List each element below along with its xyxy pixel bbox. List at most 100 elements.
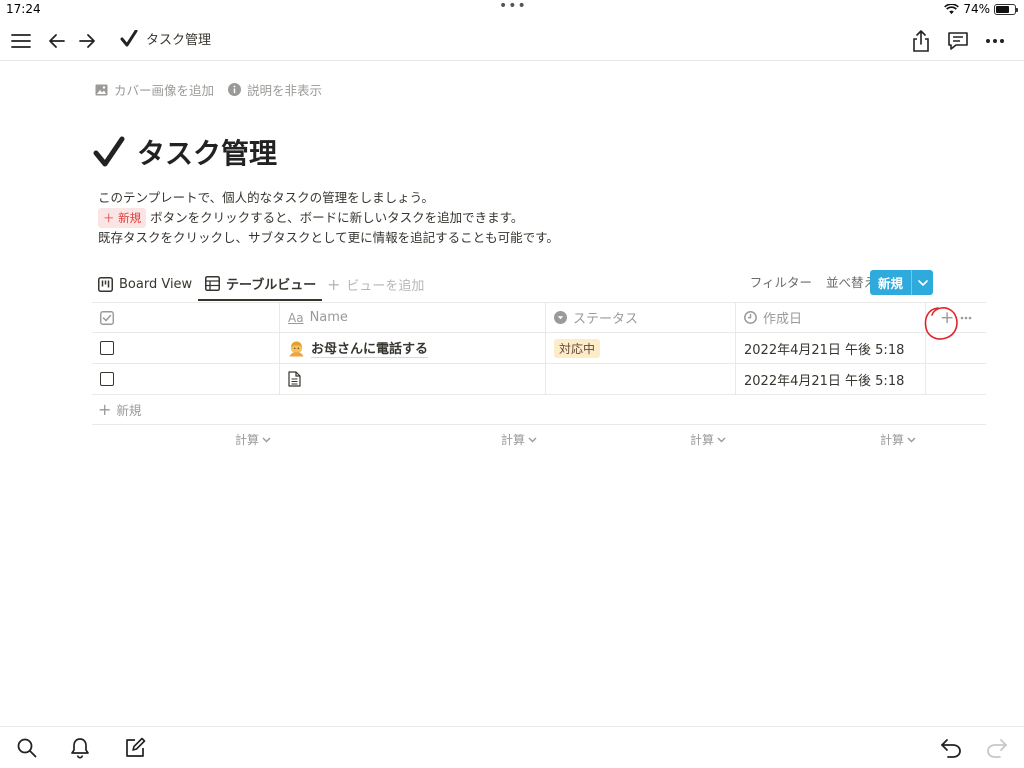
plus-icon: + <box>98 400 112 419</box>
name-cell[interactable] <box>280 364 546 394</box>
empty-cell <box>926 364 986 394</box>
checkmark-icon <box>120 29 138 46</box>
filter-button[interactable]: フィルター <box>750 272 812 291</box>
chevron-down-icon <box>528 437 537 442</box>
new-button[interactable]: 新規 <box>870 270 933 295</box>
text-property-icon: Aa <box>288 310 304 325</box>
calc-created[interactable]: 計算 <box>690 431 726 448</box>
calc-label: 計算 <box>690 433 715 447</box>
more-icon[interactable] <box>982 28 1008 54</box>
select-property-icon <box>554 311 567 324</box>
table-icon <box>205 276 220 291</box>
sort-button[interactable]: 並べ替え <box>826 272 876 291</box>
tab-table-label: テーブルビュー <box>226 278 317 293</box>
forward-arrow-icon[interactable] <box>74 28 100 54</box>
calc-status[interactable]: 計算 <box>501 431 537 448</box>
header-created-column[interactable]: 作成日 <box>736 303 926 332</box>
calculation-row: 計算 計算 計算 計算 <box>92 425 986 453</box>
description-line-2: ＋ 新規 ボタンをクリックすると、ボードに新しいタスクを追加できます。 <box>98 208 559 228</box>
task-checkbox[interactable] <box>100 372 114 386</box>
description-line-2-text: ボタンをクリックすると、ボードに新しいタスクを追加できます。 <box>150 210 524 225</box>
header-actions: + <box>926 303 986 332</box>
checkmark-icon <box>93 136 125 167</box>
table-header: Aa Name ステータス 作成日 + <box>92 302 986 333</box>
wifi-icon <box>944 3 960 14</box>
multitasking-dots-icon[interactable]: ••• <box>499 0 527 14</box>
description-line-1: このテンプレートで、個人的なタスクの管理をしましょう。 <box>98 190 434 205</box>
page-description[interactable]: このテンプレートで、個人的なタスクの管理をしましょう。 ＋ 新規 ボタンをクリック… <box>98 188 559 248</box>
created-cell[interactable]: 2022年4月21日 午後 5:18 <box>736 364 926 394</box>
redo-icon[interactable] <box>985 736 1009 760</box>
add-view-label: ビューを追加 <box>346 279 425 294</box>
hide-description-button[interactable]: 説明を非表示 <box>228 80 322 99</box>
more-icon[interactable] <box>960 316 972 320</box>
add-view-button[interactable]: + ビューを追加 <box>327 268 424 301</box>
chevron-down-icon <box>262 437 271 442</box>
add-property-icon[interactable]: + <box>940 308 954 328</box>
header-checkbox-column[interactable] <box>92 303 280 332</box>
page-actions: カバー画像を追加 説明を非表示 <box>95 80 322 99</box>
created-date: 2022年4月21日 午後 5:18 <box>744 342 905 358</box>
info-icon <box>228 83 242 96</box>
breadcrumb-title: タスク管理 <box>146 33 212 48</box>
clock-icon <box>744 311 757 324</box>
calc-label: 計算 <box>880 433 905 447</box>
page-icon <box>288 371 301 387</box>
status-time: 17:24 <box>6 2 41 16</box>
add-row-button[interactable]: + 新規 <box>92 395 986 425</box>
back-arrow-icon[interactable] <box>44 28 70 54</box>
add-cover-button[interactable]: カバー画像を追加 <box>95 80 214 99</box>
status-cell[interactable] <box>546 364 736 394</box>
search-icon[interactable] <box>15 736 39 760</box>
created-cell[interactable]: 2022年4月21日 午後 5:18 <box>736 333 926 363</box>
status-right: 74% <box>944 2 1018 16</box>
calc-name[interactable]: 計算 <box>235 431 271 448</box>
tab-table-view[interactable]: テーブルビュー <box>198 268 323 301</box>
view-tabs: Board View テーブルビュー + ビューを追加 フィルター 並べ替え 新… <box>92 268 986 302</box>
add-cover-label: カバー画像を追加 <box>114 83 215 98</box>
breadcrumb[interactable]: タスク管理 <box>120 29 211 48</box>
name-cell[interactable]: お母さんに電話する <box>280 333 546 363</box>
page-title[interactable]: タスク管理 <box>93 132 277 172</box>
created-date: 2022年4月21日 午後 5:18 <box>744 373 905 389</box>
plus-icon: + <box>327 275 341 294</box>
table-row[interactable]: 2022年4月21日 午後 5:18 <box>92 364 986 395</box>
compose-icon[interactable] <box>123 736 147 760</box>
checkbox-property-icon <box>100 310 114 325</box>
checkbox-cell <box>92 364 280 394</box>
table-row[interactable]: お母さんに電話する 対応中 2022年4月21日 午後 5:18 <box>92 333 986 364</box>
status-badge: 対応中 <box>554 338 601 358</box>
image-icon <box>95 84 108 95</box>
new-button-main[interactable]: 新規 <box>870 270 912 295</box>
header-created-label: 作成日 <box>763 312 803 327</box>
share-icon[interactable] <box>908 28 934 54</box>
menu-icon[interactable] <box>8 28 34 54</box>
status-bar: 17:24 ••• 74% <box>0 0 1024 20</box>
task-name: お母さんに電話する <box>311 338 429 358</box>
header-status-column[interactable]: ステータス <box>546 303 736 332</box>
add-row-label: 新規 <box>116 403 142 418</box>
description-line-3: 既存タスクをクリックし、サブタスクとして更に情報を追記することも可能です。 <box>98 230 559 245</box>
chevron-down-icon[interactable] <box>912 270 933 295</box>
hide-description-label: 説明を非表示 <box>247 83 323 98</box>
status-cell[interactable]: 対応中 <box>546 333 736 363</box>
undo-icon[interactable] <box>939 736 963 760</box>
calc-label: 計算 <box>501 433 526 447</box>
bottom-toolbar <box>0 726 1024 768</box>
new-pill: ＋ 新規 <box>98 208 147 228</box>
header-status-label: ステータス <box>573 312 639 327</box>
page-title-text: タスク管理 <box>137 137 278 170</box>
chevron-down-icon <box>907 437 916 442</box>
comment-icon[interactable] <box>945 28 971 54</box>
tab-board-view[interactable]: Board View <box>98 268 192 301</box>
header-name-label: Name <box>309 310 348 325</box>
battery-icon <box>994 3 1018 15</box>
header-name-column[interactable]: Aa Name <box>280 303 546 332</box>
task-checkbox[interactable] <box>100 341 114 355</box>
bell-icon[interactable] <box>68 736 92 760</box>
top-navigation: タスク管理 <box>0 20 1024 61</box>
board-icon <box>98 277 113 292</box>
empty-cell <box>926 333 986 363</box>
person-emoji-icon <box>288 340 305 357</box>
calc-extra[interactable]: 計算 <box>880 431 916 448</box>
